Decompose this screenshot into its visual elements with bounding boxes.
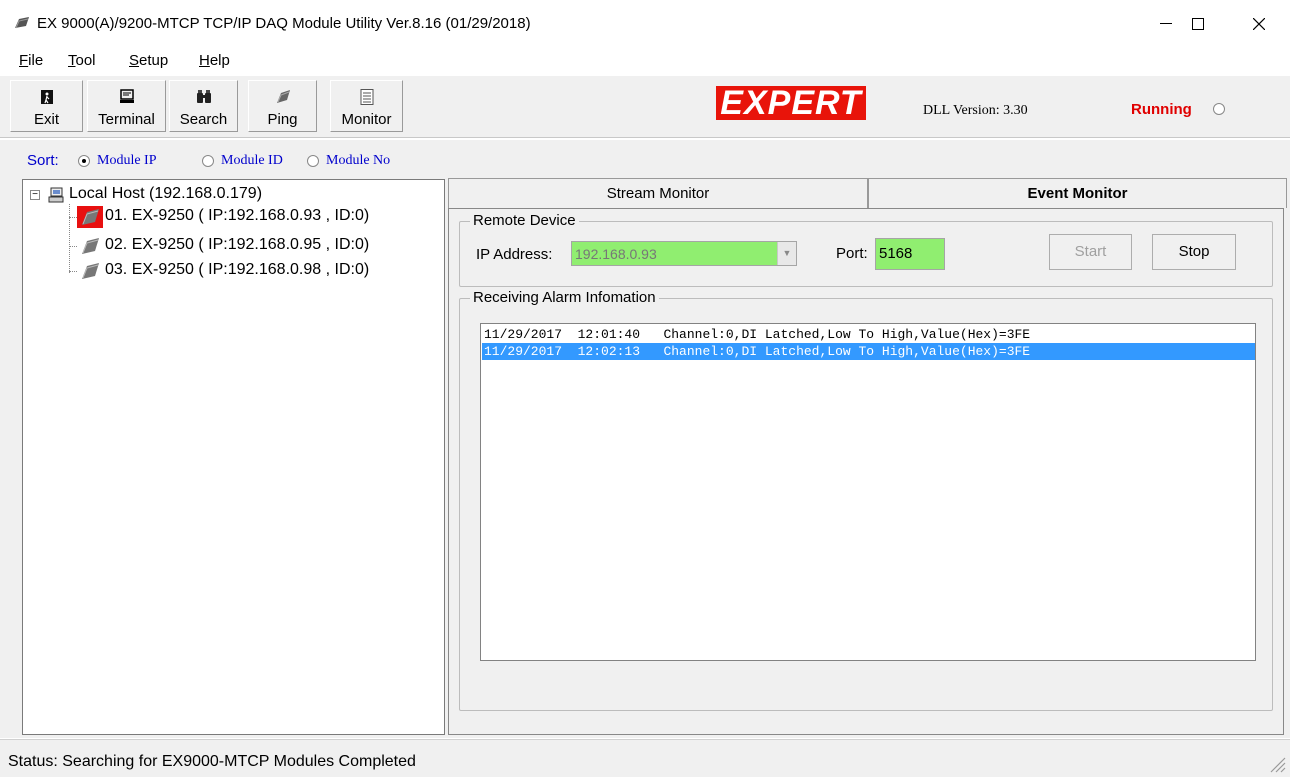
tree-item-label: 03. EX-9250 ( IP:192.168.0.98 , ID:0) [105, 261, 370, 278]
menu-accelerator: H [199, 52, 210, 69]
tree-item-label: 02. EX-9250 ( IP:192.168.0.95 , ID:0) [105, 236, 370, 253]
tree-root-label: Local Host (192.168.0.179) [69, 185, 263, 202]
tree-item-label: 01. EX-9250 ( IP:192.168.0.93 , ID:0) [105, 207, 370, 224]
port-input[interactable]: 5168 [875, 238, 945, 270]
alarm-message: Channel:0,DI Latched,Low To High,Value(H… [663, 344, 1031, 359]
alarm-date: 11/29/2017 [484, 344, 563, 359]
start-button[interactable]: Start [1049, 234, 1132, 270]
module-icon [77, 206, 103, 228]
module-icon [276, 90, 290, 103]
alarm-time: 12:02:13 [577, 344, 641, 359]
sort-bar: Sort: Module IP Module ID Module No [0, 140, 1290, 176]
alarm-title: Receiving Alarm Infomation [470, 289, 659, 306]
chevron-down-icon[interactable]: ▼ [777, 242, 796, 265]
running-indicator [1213, 103, 1225, 115]
ping-button[interactable]: Ping [248, 80, 317, 132]
computer-icon [48, 187, 64, 203]
menu-file[interactable]: File [19, 52, 43, 69]
tree-connector [69, 271, 77, 272]
alarm-date: 11/29/2017 [484, 327, 563, 342]
tree-item[interactable]: 01. EX-9250 ( IP:192.168.0.93 , ID:0) [23, 206, 443, 228]
dll-version: DLL Version: 3.30 [923, 103, 1028, 118]
sort-module-no-label[interactable]: Module No [326, 153, 390, 169]
window-title: EX 9000(A)/9200-MTCP TCP/IP DAQ Module U… [37, 15, 531, 32]
module-icon [15, 17, 29, 29]
search-button[interactable]: Search [169, 80, 238, 132]
tree-root[interactable]: − Local Host (192.168.0.179) [23, 184, 443, 206]
sort-module-id-label[interactable]: Module ID [221, 153, 283, 169]
menu-accelerator: F [19, 52, 29, 69]
list-item[interactable]: 11/29/2017 12:02:13 Channel:0,DI Latched… [482, 343, 1255, 360]
sort-module-id-radio[interactable] [202, 155, 214, 167]
tab-stream-monitor[interactable]: Stream Monitor [448, 178, 868, 208]
toolbar: Exit Terminal Search Ping Monitor EXPERT… [0, 76, 1290, 138]
port-label: Port: [836, 245, 868, 262]
monitor-label: Monitor [341, 111, 392, 128]
menu-bar: File Tool Setup Help [0, 51, 1290, 75]
module-icon [77, 260, 103, 282]
menu-accelerator: T [68, 52, 76, 69]
sort-label: Sort: [27, 152, 59, 169]
expert-logo: EXPERT [716, 86, 866, 120]
close-button[interactable] [1236, 0, 1282, 48]
list-item[interactable]: 11/29/2017 12:01:40 Channel:0,DI Latched… [482, 326, 1255, 343]
maximize-button[interactable] [1175, 0, 1221, 48]
monitor-button[interactable]: Monitor [330, 80, 403, 132]
menu-tool[interactable]: Tool [68, 52, 96, 69]
menu-accelerator: S [129, 52, 140, 69]
exit-button[interactable]: Exit [10, 80, 83, 132]
tree-connector [69, 246, 77, 247]
ip-address-label: IP Address: [476, 246, 553, 263]
stop-button[interactable]: Stop [1152, 234, 1236, 270]
module-tree[interactable]: − Local Host (192.168.0.179) 01. EX-9250… [22, 179, 445, 735]
title-bar: EX 9000(A)/9200-MTCP TCP/IP DAQ Module U… [0, 0, 1290, 48]
remote-device-title: Remote Device [470, 212, 579, 229]
collapse-icon[interactable]: − [30, 190, 40, 200]
alarm-log[interactable]: 11/29/2017 12:01:40 Channel:0,DI Latched… [480, 323, 1256, 661]
minimize-icon [1160, 23, 1172, 24]
module-icon [77, 235, 103, 257]
close-icon [1253, 18, 1265, 30]
tree-item[interactable]: 03. EX-9250 ( IP:192.168.0.98 , ID:0) [23, 260, 443, 282]
status-bar: Status: Searching for EX9000-MTCP Module… [0, 739, 1290, 777]
alarm-time: 12:01:40 [577, 327, 641, 342]
running-status: Running [1131, 101, 1192, 118]
resize-grip-icon[interactable] [1266, 753, 1286, 773]
menu-setup[interactable]: Setup [129, 52, 168, 69]
alarm-message: Channel:0,DI Latched,Low To High,Value(H… [663, 327, 1031, 342]
sort-module-ip-radio[interactable] [78, 155, 90, 167]
terminal-icon [119, 89, 134, 103]
sort-module-no-radio[interactable] [307, 155, 319, 167]
ip-address-value: 192.168.0.93 [575, 246, 657, 262]
ping-label: Ping [267, 111, 298, 128]
tree-connector [69, 217, 77, 218]
terminal-label: Terminal [98, 111, 155, 128]
terminal-button[interactable]: Terminal [87, 80, 166, 132]
exit-label: Exit [33, 111, 59, 128]
sort-module-ip-label[interactable]: Module IP [97, 153, 157, 169]
ip-address-select[interactable]: 192.168.0.93 ▼ [571, 241, 797, 266]
tab-event-monitor[interactable]: Event Monitor [868, 178, 1287, 208]
exit-icon [40, 90, 53, 104]
menu-help[interactable]: Help [199, 52, 230, 69]
search-label: Search [179, 111, 228, 128]
maximize-icon [1192, 18, 1204, 30]
tree-item[interactable]: 02. EX-9250 ( IP:192.168.0.95 , ID:0) [23, 235, 443, 257]
binoculars-icon [196, 90, 211, 103]
status-text: Status: Searching for EX9000-MTCP Module… [8, 753, 416, 770]
monitor-icon [360, 89, 373, 105]
